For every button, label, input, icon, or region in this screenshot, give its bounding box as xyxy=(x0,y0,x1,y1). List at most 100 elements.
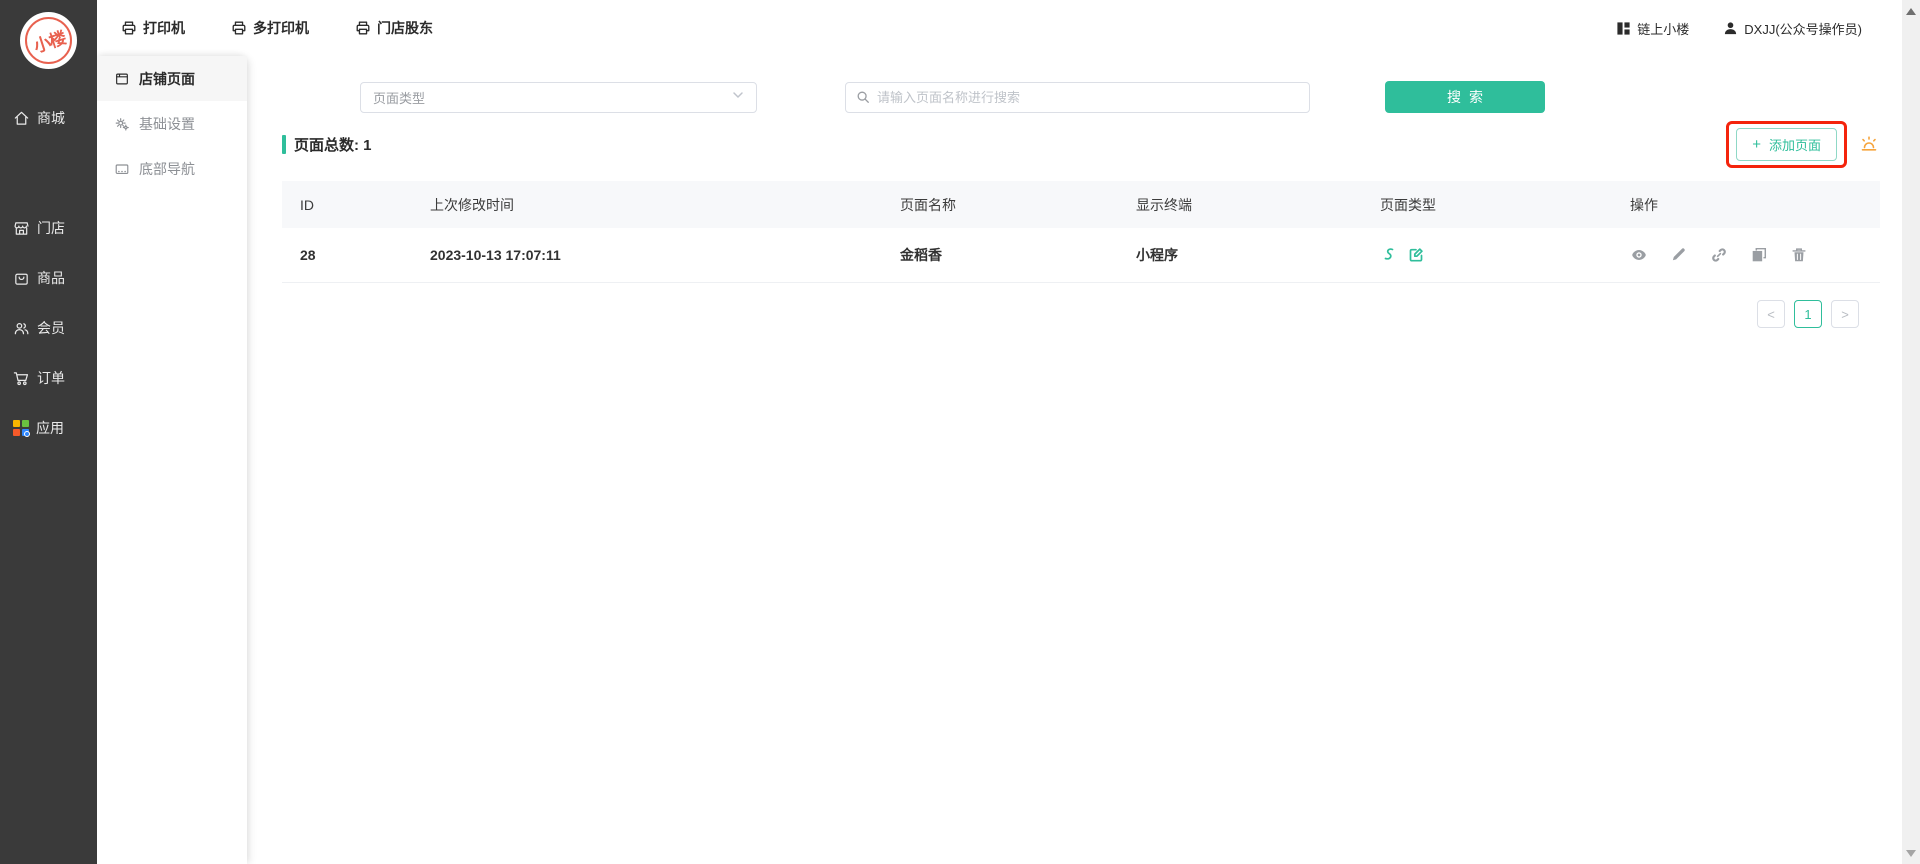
prev-page-button[interactable]: < xyxy=(1757,300,1785,328)
top-bar: 打印机 多打印机 门店股东 链上小楼 DXJJ(公众号操作员) xyxy=(97,0,1902,56)
page-total: 页面总数: 1 xyxy=(282,134,372,155)
sidebar-item-label: 商品 xyxy=(37,268,65,288)
top-right: 链上小楼 DXJJ(公众号操作员) xyxy=(1616,19,1902,38)
search-input[interactable] xyxy=(877,90,1299,105)
page-1-button[interactable]: 1 xyxy=(1794,300,1822,328)
edit-square-icon[interactable] xyxy=(1407,246,1425,264)
user-icon xyxy=(1723,21,1738,36)
filter-row: 页面类型 搜索 xyxy=(360,81,1545,113)
apps-icon xyxy=(13,420,29,436)
col-header-type: 页面类型 xyxy=(1380,195,1630,215)
main-sidebar: 小楼 商城 门店 商品 会员 订单 应用 xyxy=(0,0,97,864)
sidebar-item-goods[interactable]: 商品 xyxy=(0,253,97,303)
tab-multi-printer[interactable]: 多打印机 xyxy=(231,18,309,38)
brand-logo[interactable]: 小楼 xyxy=(20,12,77,69)
tab-store-shareholder[interactable]: 门店股东 xyxy=(355,18,433,38)
pages-table: ID 上次修改时间 页面名称 显示终端 页面类型 操作 28 2023-10-1… xyxy=(282,181,1880,283)
view-icon[interactable] xyxy=(1630,246,1648,264)
plus-icon: + xyxy=(1752,136,1761,153)
subnav-item-bottom-nav[interactable]: 底部导航 xyxy=(97,146,247,191)
scrollbar-track[interactable] xyxy=(1902,0,1920,864)
page-total-label: 页面总数: 1 xyxy=(294,134,372,155)
main-content: 页面类型 搜索 页面总数: 1 + 添加页面 xyxy=(247,56,1902,864)
chevron-down-icon xyxy=(732,88,744,106)
printer-icon xyxy=(231,20,247,36)
add-page-label: 添加页面 xyxy=(1769,135,1821,154)
sidebar-item-mall[interactable]: 商城 xyxy=(0,93,97,143)
subnav-item-label: 店铺页面 xyxy=(139,69,195,89)
app-root: 小楼 商城 门店 商品 会员 订单 应用 xyxy=(0,0,1920,864)
annotation-highlight-box: + 添加页面 xyxy=(1726,121,1847,168)
sidebar-item-label: 应用 xyxy=(36,418,64,438)
tab-label: 门店股东 xyxy=(377,18,433,38)
tab-label: 打印机 xyxy=(143,18,185,38)
search-button[interactable]: 搜索 xyxy=(1385,81,1545,113)
summary-row: 页面总数: 1 + 添加页面 xyxy=(282,120,1879,168)
subnav-item-label: 底部导航 xyxy=(139,159,195,179)
search-icon xyxy=(856,90,870,104)
sidebar-item-label: 订单 xyxy=(37,368,65,388)
window-icon xyxy=(114,71,130,87)
col-header-terminal: 显示终端 xyxy=(1136,195,1380,215)
sidebar-item-label: 门店 xyxy=(37,218,65,238)
search-box xyxy=(845,82,1310,113)
sidebar-item-label: 会员 xyxy=(37,318,65,338)
gears-icon xyxy=(114,116,130,132)
logo-ring: 小楼 xyxy=(25,17,72,64)
col-header-id: ID xyxy=(300,197,430,213)
miniprogram-icon xyxy=(1380,246,1398,264)
store-switcher[interactable]: 链上小楼 xyxy=(1616,19,1689,38)
accent-bar xyxy=(282,135,286,154)
tab-printer[interactable]: 打印机 xyxy=(121,18,185,38)
store-name: 链上小楼 xyxy=(1637,19,1689,38)
cell-terminal: 小程序 xyxy=(1136,245,1380,265)
sidebar-item-label: 商城 xyxy=(37,108,65,128)
storefront-icon xyxy=(13,220,30,237)
add-page-area: + 添加页面 xyxy=(1726,121,1879,168)
table-header-row: ID 上次修改时间 页面名称 显示终端 页面类型 操作 xyxy=(282,181,1880,228)
sidebar-item-members[interactable]: 会员 xyxy=(0,303,97,353)
col-header-actions: 操作 xyxy=(1630,195,1880,215)
cell-modified: 2023-10-13 17:07:11 xyxy=(430,247,900,263)
next-page-button[interactable]: > xyxy=(1831,300,1859,328)
select-placeholder: 页面类型 xyxy=(373,88,425,107)
tab-label: 多打印机 xyxy=(253,18,309,38)
subnav-item-basic-settings[interactable]: 基础设置 xyxy=(97,101,247,146)
dashboard-grid-icon xyxy=(1616,21,1631,36)
user-menu[interactable]: DXJJ(公众号操作员) xyxy=(1723,19,1862,38)
alarm-bell-icon[interactable] xyxy=(1858,134,1879,155)
home-icon xyxy=(13,110,30,127)
bottom-nav-icon xyxy=(114,161,130,177)
page-type-select[interactable]: 页面类型 xyxy=(360,82,757,113)
col-header-name: 页面名称 xyxy=(900,195,1136,215)
sidebar-item-apps[interactable]: 应用 xyxy=(0,403,97,453)
scroll-down-icon[interactable] xyxy=(1902,844,1920,862)
logo-text: 小楼 xyxy=(29,24,67,58)
link-icon[interactable] xyxy=(1710,246,1728,264)
printer-icon xyxy=(121,20,137,36)
printer-icon xyxy=(355,20,371,36)
copy-icon[interactable] xyxy=(1750,246,1768,264)
sub-sidebar: 店铺页面 基础设置 底部导航 xyxy=(97,56,247,864)
delete-icon[interactable] xyxy=(1790,246,1808,264)
scroll-up-icon[interactable] xyxy=(1902,2,1920,20)
subnav-item-shop-pages[interactable]: 店铺页面 xyxy=(97,56,247,101)
col-header-modified: 上次修改时间 xyxy=(430,195,900,215)
bag-icon xyxy=(13,270,30,287)
members-icon xyxy=(13,320,30,337)
page-total-value: 1 xyxy=(363,137,371,154)
edit-icon[interactable] xyxy=(1670,246,1688,264)
cart-icon xyxy=(13,370,30,387)
add-page-button[interactable]: + 添加页面 xyxy=(1736,128,1837,161)
pagination: < 1 > xyxy=(1757,300,1859,328)
cell-actions xyxy=(1630,246,1880,264)
top-nav: 打印机 多打印机 门店股东 xyxy=(97,18,433,38)
cell-name: 金稻香 xyxy=(900,245,1136,265)
cell-id: 28 xyxy=(300,247,430,263)
cell-page-type xyxy=(1380,246,1630,264)
sidebar-item-orders[interactable]: 订单 xyxy=(0,353,97,403)
subnav-item-label: 基础设置 xyxy=(139,114,195,134)
user-name: DXJJ(公众号操作员) xyxy=(1744,19,1862,38)
table-row: 28 2023-10-13 17:07:11 金稻香 小程序 xyxy=(282,228,1880,283)
sidebar-item-store[interactable]: 门店 xyxy=(0,203,97,253)
